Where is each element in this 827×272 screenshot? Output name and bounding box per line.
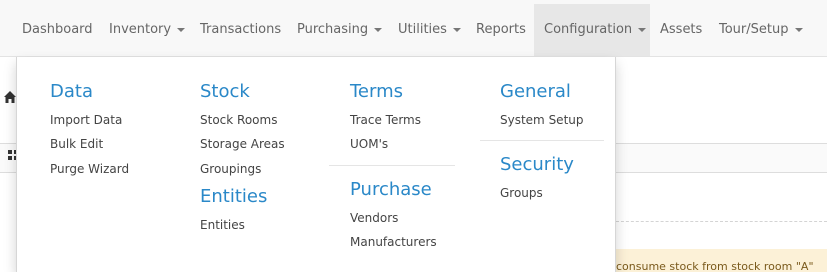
nav-configuration-label: Configuration: [544, 22, 633, 37]
menu-link-system-setup[interactable]: System Setup: [500, 113, 584, 127]
nav-inventory-label: Inventory: [109, 22, 172, 37]
caret-down-icon: [452, 27, 461, 32]
menu-link-groups[interactable]: Groups: [500, 186, 543, 200]
nav-tour-setup[interactable]: Tour/Setup: [719, 4, 803, 56]
nav-purchasing-label: Purchasing: [297, 22, 369, 37]
nav-utilities-label: Utilities: [398, 22, 447, 37]
menu-link-bulk-edit[interactable]: Bulk Edit: [50, 137, 103, 151]
nav-reports-label: Reports: [476, 22, 526, 37]
alert-text: consume stock from stock room "A": [616, 260, 814, 272]
menu-heading-security: Security: [500, 154, 574, 175]
menu-link-manufacturers[interactable]: Manufacturers: [350, 235, 437, 249]
caret-down-icon: [374, 27, 383, 32]
menu-link-storage-areas[interactable]: Storage Areas: [200, 137, 285, 151]
alert-banner: consume stock from stock room "A": [616, 249, 827, 272]
nav-dashboard[interactable]: Dashboard: [22, 4, 93, 56]
nav-transactions-label: Transactions: [200, 22, 282, 37]
home-icon[interactable]: [3, 90, 17, 104]
menu-link-groupings[interactable]: Groupings: [200, 162, 261, 176]
nav-purchasing[interactable]: Purchasing: [297, 4, 383, 56]
menu-heading-data: Data: [50, 81, 93, 102]
menu-link-purge-wizard[interactable]: Purge Wizard: [50, 162, 129, 176]
menu-heading-general: General: [500, 81, 571, 102]
menu-heading-purchase: Purchase: [350, 179, 432, 200]
nav-configuration[interactable]: Configuration: [534, 4, 650, 56]
menu-heading-terms: Terms: [350, 81, 404, 102]
nav-tour-setup-label: Tour/Setup: [719, 22, 789, 37]
nav-utilities[interactable]: Utilities: [398, 4, 461, 56]
menu-divider: [329, 165, 455, 166]
menu-link-vendors[interactable]: Vendors: [350, 211, 398, 225]
caret-down-icon: [638, 27, 647, 32]
nav-reports[interactable]: Reports: [476, 4, 526, 56]
top-navbar: Dashboard Inventory Transactions Purchas…: [0, 0, 827, 57]
menu-divider: [480, 140, 604, 141]
menu-heading-stock: Stock: [200, 81, 250, 102]
menu-heading-entities: Entities: [200, 186, 268, 207]
menu-link-import-data[interactable]: Import Data: [50, 113, 122, 127]
menu-link-stock-rooms[interactable]: Stock Rooms: [200, 113, 277, 127]
nav-dashboard-label: Dashboard: [22, 22, 93, 37]
caret-down-icon: [177, 27, 186, 32]
menu-link-trace-terms[interactable]: Trace Terms: [350, 113, 421, 127]
caret-down-icon: [794, 27, 803, 32]
nav-transactions[interactable]: Transactions: [200, 4, 281, 56]
dashed-divider: [616, 221, 827, 222]
menu-link-entities[interactable]: Entities: [200, 218, 245, 232]
nav-assets-label: Assets: [660, 22, 703, 37]
menu-link-uoms[interactable]: UOM's: [350, 137, 388, 151]
nav-inventory[interactable]: Inventory: [109, 4, 186, 56]
configuration-dropdown: Data Import Data Bulk Edit Purge Wizard …: [16, 57, 616, 272]
nav-assets[interactable]: Assets: [660, 4, 702, 56]
